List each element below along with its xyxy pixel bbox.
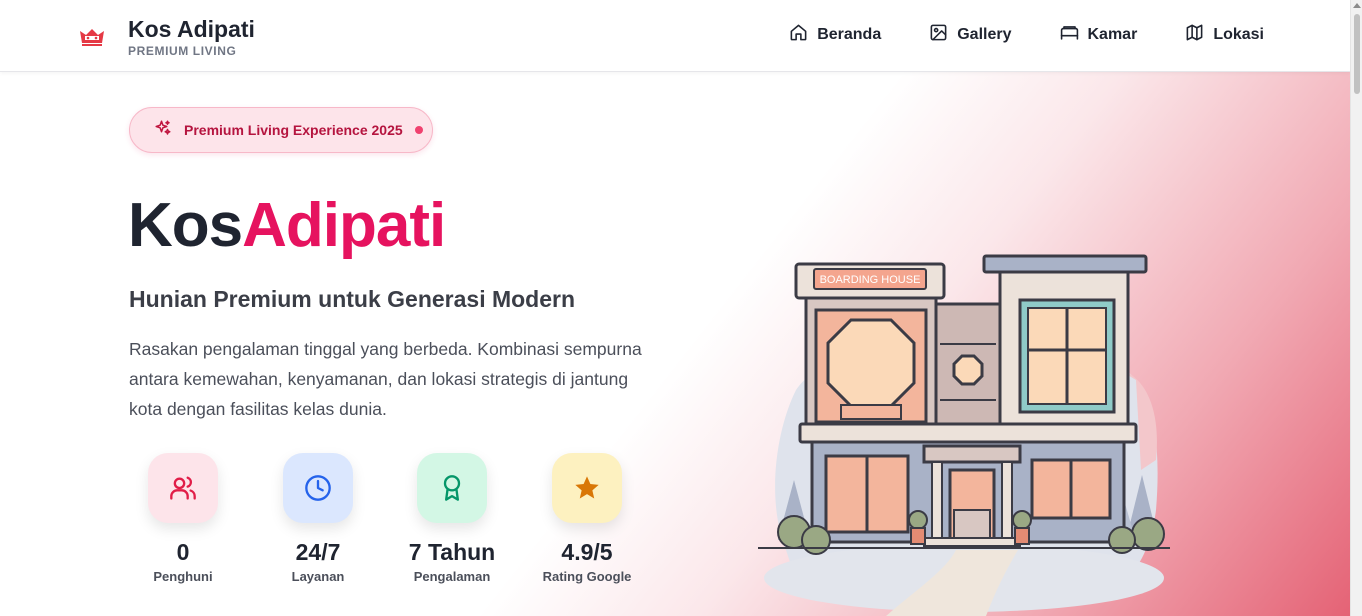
nav-gallery[interactable]: Gallery	[929, 22, 1012, 48]
stat-value: 0	[176, 539, 190, 565]
pulse-dot-icon	[414, 126, 423, 134]
hero-title: KosAdipati	[128, 190, 446, 262]
nav-lokasi-label: Lokasi	[1213, 26, 1264, 43]
hero-title-part2: Adipati	[242, 191, 446, 260]
hero-badge: Premium Living Experience 2025	[129, 107, 433, 153]
sparkles-icon	[154, 119, 172, 142]
stat-penghuni: 0 Penghuni	[113, 453, 253, 584]
hero-description: Rasakan pengalaman tinggal yang berbeda.…	[129, 339, 642, 419]
boarding-house-illustration: BOARDING HOUSE	[756, 250, 1172, 616]
stat-label: Layanan	[291, 569, 345, 584]
stat-label: Penghuni	[153, 569, 213, 584]
award-icon	[417, 453, 487, 523]
illustration-sign: BOARDING HOUSE	[820, 274, 921, 286]
stat-label: Pengalaman	[413, 569, 491, 584]
scroll-thumb[interactable]	[1354, 14, 1360, 94]
main-nav: Beranda Gallery Kamar Lokasi	[789, 22, 1264, 48]
map-icon	[1185, 23, 1204, 47]
stat-value: 7 Tahun	[408, 539, 496, 565]
stat-label: Rating Google	[542, 569, 632, 584]
nav-gallery-label: Gallery	[957, 26, 1012, 43]
brand-name: Kos Adipati	[128, 16, 255, 42]
users-icon	[148, 453, 218, 523]
home-icon	[789, 23, 808, 47]
nav-lokasi[interactable]: Lokasi	[1185, 22, 1264, 48]
stat-pengalaman: 7 Tahun Pengalaman	[382, 453, 522, 584]
hero-title-part1: Kos	[128, 191, 243, 260]
page-scrollbar[interactable]	[1350, 0, 1362, 616]
image-icon	[929, 23, 948, 47]
brand[interactable]: Kos Adipati PREMIUM LIVING	[76, 16, 255, 58]
stat-value: 24/7	[295, 539, 341, 565]
brand-tagline: PREMIUM LIVING	[128, 44, 237, 58]
bed-icon	[1060, 23, 1079, 47]
stat-value: 4.9/5	[561, 539, 613, 565]
stat-rating: 4.9/5 Rating Google	[517, 453, 657, 584]
clock-icon	[283, 453, 353, 523]
nav-beranda-label: Beranda	[817, 26, 882, 43]
star-icon	[552, 453, 622, 523]
hero-badge-text: Premium Living Experience 2025	[184, 122, 403, 138]
logo-icon	[76, 21, 108, 53]
top-navbar: Kos Adipati PREMIUM LIVING Beranda Galle…	[0, 0, 1350, 72]
nav-kamar-label: Kamar	[1087, 26, 1138, 43]
nav-kamar[interactable]: Kamar	[1060, 22, 1138, 48]
scroll-up-arrow-icon[interactable]	[1353, 3, 1361, 8]
stat-layanan: 24/7 Layanan	[248, 453, 388, 584]
nav-beranda[interactable]: Beranda	[789, 22, 881, 48]
hero-subtitle: Hunian Premium untuk Generasi Modern	[129, 286, 576, 312]
